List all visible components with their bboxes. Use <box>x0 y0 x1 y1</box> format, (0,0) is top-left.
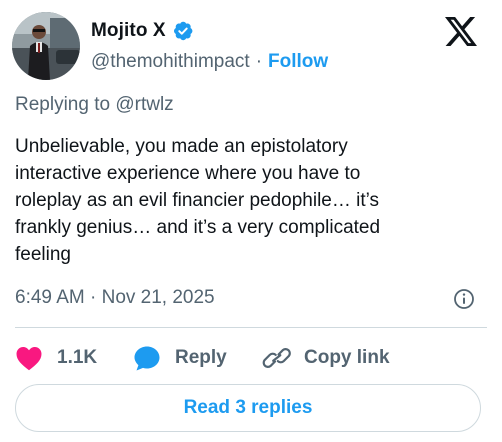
author-display-name[interactable]: Mojito X <box>91 20 166 42</box>
reply-label: Reply <box>175 347 227 368</box>
tweet-text-line: interactive experience where you have to <box>15 163 361 184</box>
author-name-row: Mojito X <box>91 18 194 44</box>
verified-badge-icon <box>173 21 193 41</box>
heart-icon <box>16 347 42 371</box>
reply-context: Replying to @rtwlz <box>15 94 174 116</box>
avatar-photo <box>12 12 80 80</box>
read-replies-button[interactable]: Read 3 replies <box>15 384 481 432</box>
tweet-text-line: roleplay as an evil financier pedophile…… <box>15 190 380 211</box>
tweet-card: Mojito X @themohithimpact · Follow Reply… <box>0 0 502 442</box>
author-handle-row: @themohithimpact · Follow <box>91 49 328 75</box>
avatar[interactable] <box>12 12 80 80</box>
tweet-text: Unbelievable, you made an epistolatory i… <box>15 133 485 268</box>
tweet-text-line: frankly genius… and it’s a very complica… <box>15 217 381 238</box>
tweet-text-line: feeling <box>15 244 71 265</box>
copy-link-label: Copy link <box>304 347 390 368</box>
reply-context-mention[interactable]: @rtwlz <box>115 94 173 115</box>
reply-context-prefix: Replying to <box>15 94 111 115</box>
follow-button[interactable]: Follow <box>268 51 328 73</box>
like-count: 1.1K <box>57 347 98 368</box>
like-button[interactable]: 1.1K <box>15 344 97 372</box>
tweet-text-line: Unbelievable, you made an epistolatory <box>15 136 348 157</box>
author-handle[interactable]: @themohithimpact <box>91 51 250 73</box>
reply-button[interactable]: Reply <box>133 344 227 372</box>
tweet-timestamp[interactable]: 6:49 AM · Nov 21, 2025 <box>15 287 215 309</box>
info-icon[interactable] <box>453 288 475 310</box>
x-logo-icon[interactable] <box>445 17 477 46</box>
separator-dot: · <box>255 51 263 72</box>
speech-bubble-icon <box>134 346 160 371</box>
link-icon <box>262 348 291 368</box>
divider <box>15 327 487 328</box>
copy-link-button[interactable]: Copy link <box>262 344 390 372</box>
